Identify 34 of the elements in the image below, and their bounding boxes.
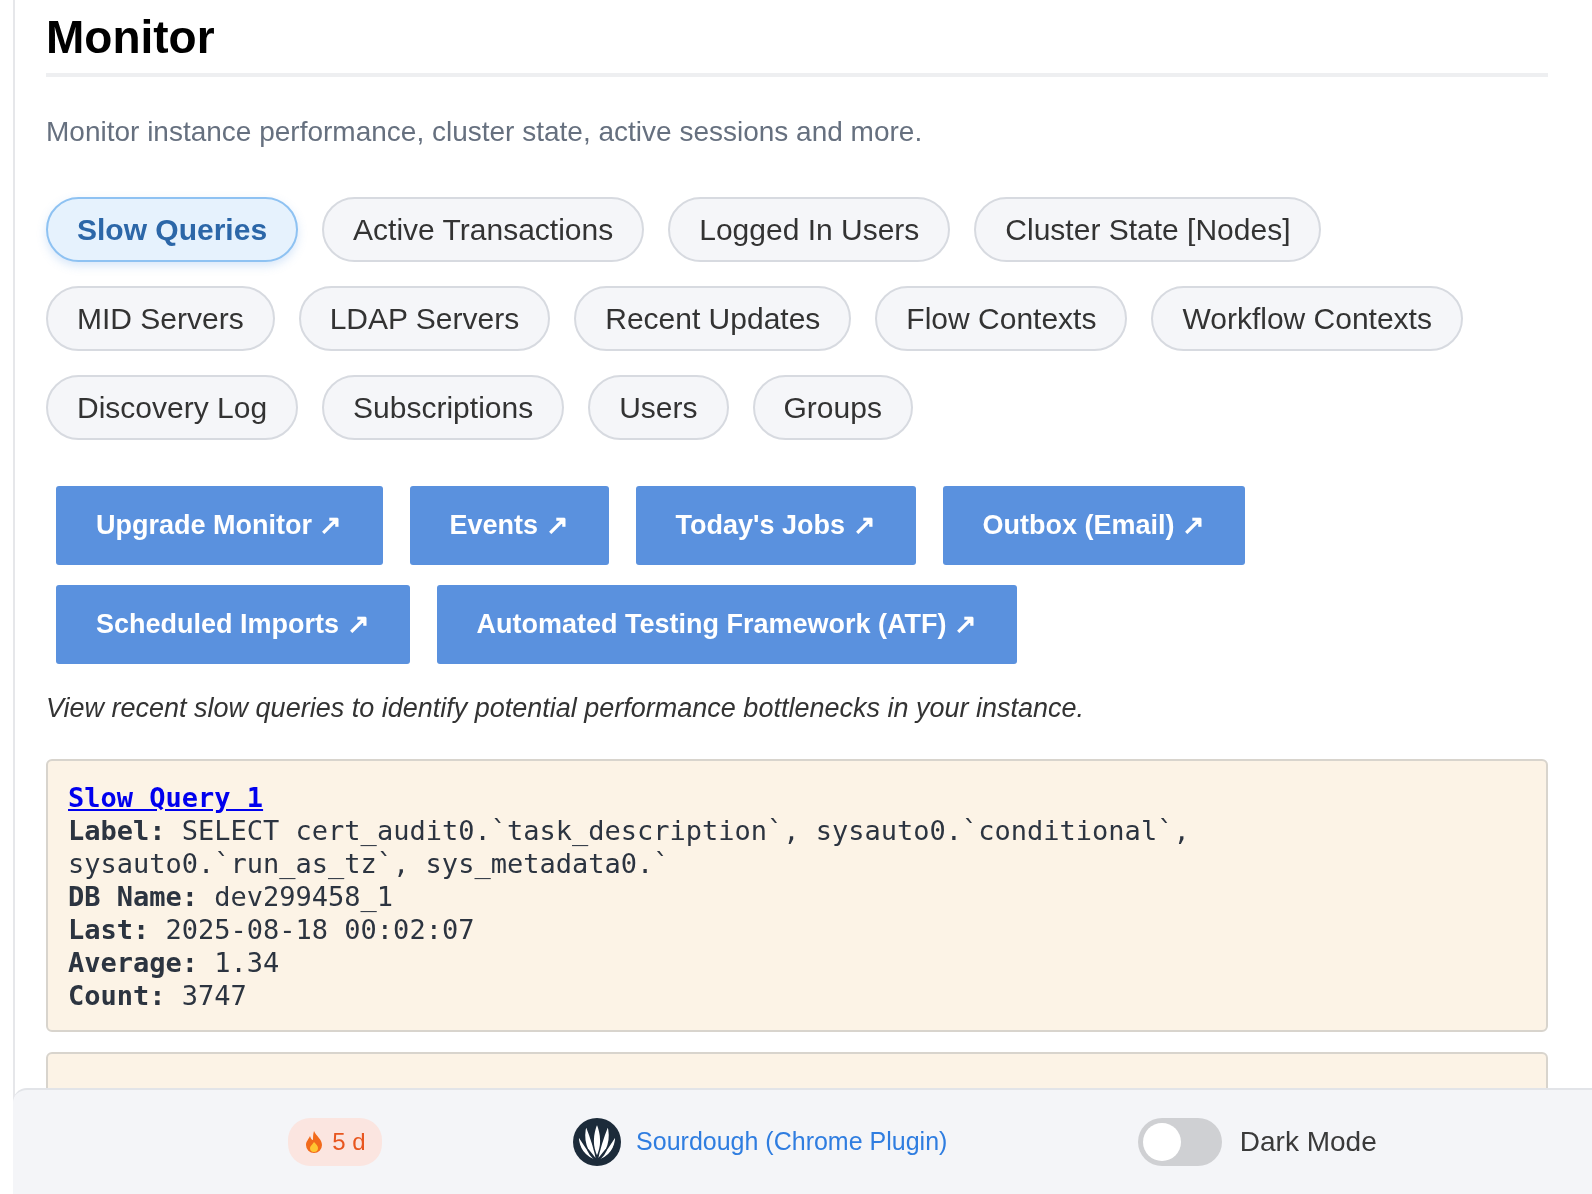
tab-pill[interactable]: Discovery Log xyxy=(46,375,299,441)
field-label: Last: xyxy=(68,913,150,945)
tab-pill[interactable]: Users xyxy=(588,375,729,441)
field-label: Count: xyxy=(68,979,166,1011)
tab-pill[interactable]: Groups xyxy=(752,375,913,441)
tab-pill[interactable]: Slow Queries xyxy=(46,197,299,263)
tab-pill[interactable]: Subscriptions xyxy=(322,375,565,441)
tab-pill[interactable]: Recent Updates xyxy=(574,286,852,352)
tab-pill[interactable]: Logged In Users xyxy=(668,197,951,263)
leaf-logo-icon xyxy=(572,1117,623,1167)
tab-pill[interactable]: Flow Contexts xyxy=(875,286,1128,352)
field-value-continuation: sysauto0.`run_as_tz`, sys_metadata0.` xyxy=(68,846,671,880)
flame-icon xyxy=(304,1130,325,1154)
dark-mode-toggle[interactable] xyxy=(1137,1118,1222,1166)
page-title: Monitor xyxy=(46,10,216,65)
field-value: 3747 xyxy=(181,979,247,1011)
tab-pill[interactable]: MID Servers xyxy=(46,286,275,352)
field-value: 1.34 xyxy=(214,946,280,978)
tab-pill[interactable]: Workflow Contexts xyxy=(1151,286,1463,352)
plugin-link[interactable]: Sourdough (Chrome Plugin) xyxy=(636,1123,948,1161)
field-label: Label: xyxy=(68,814,166,846)
field-value: dev299458_1 xyxy=(214,880,394,912)
dark-mode-label: Dark Mode xyxy=(1239,1125,1377,1159)
field-label: Average: xyxy=(68,946,199,978)
streak-count: 5 d xyxy=(332,1127,366,1157)
field-value: 2025-08-18 00:02:07 xyxy=(165,913,475,945)
field-label: DB Name: xyxy=(68,880,199,912)
section-description: View recent slow queries to identify potential performance bottlenecks in your instance. xyxy=(46,692,1086,726)
tab-pill[interactable]: Cluster State [Nodes] xyxy=(974,197,1322,263)
page-subtitle: Monitor instance performance, cluster state, active sessions and more. xyxy=(46,115,924,150)
tab-pill[interactable]: LDAP Servers xyxy=(298,286,551,352)
field-value: SELECT cert_audit0.`task_description`, sysauto0.`conditional`, xyxy=(181,814,1190,846)
query-title-link[interactable]: Slow Query 1 xyxy=(68,781,264,813)
tab-pill[interactable]: Active Transactions xyxy=(322,197,645,263)
